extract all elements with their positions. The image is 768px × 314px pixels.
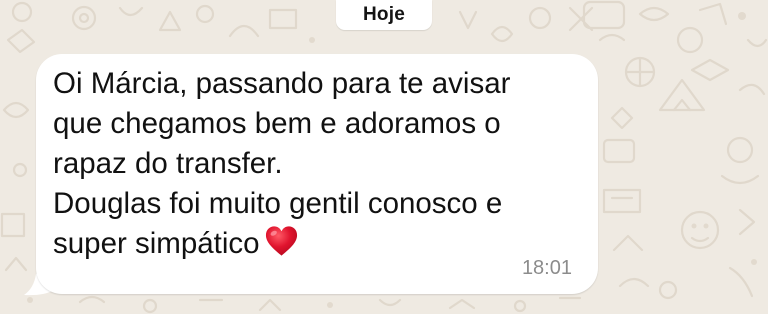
message-text: Oi Márcia, passando para te avisar que c… bbox=[53, 64, 573, 264]
incoming-message-bubble[interactable]: Oi Márcia, passando para te avisar que c… bbox=[36, 54, 598, 294]
message-line: Douglas foi muito gentil conosco e bbox=[53, 187, 503, 220]
message-line: Oi Márcia, passando para te avisar bbox=[53, 67, 511, 100]
message-line: rapaz do transfer. bbox=[53, 147, 283, 180]
message-line-last: super simpático bbox=[53, 224, 573, 264]
message-timestamp: 18:01 bbox=[521, 257, 572, 279]
date-separator-label: Hoje bbox=[363, 4, 405, 25]
date-separator: Hoje bbox=[336, 0, 432, 30]
message-line-text: super simpático bbox=[53, 227, 260, 260]
message-line: que chegamos bem e adoramos o bbox=[53, 107, 501, 140]
heart-emoji-icon bbox=[265, 226, 297, 256]
